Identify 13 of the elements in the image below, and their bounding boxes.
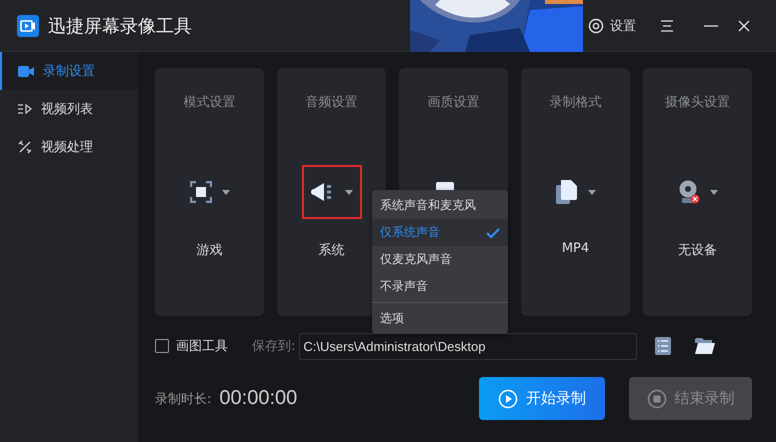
card-value: MP4: [562, 241, 590, 256]
card-title: 录制格式: [550, 94, 602, 111]
card-title: 模式设置: [184, 94, 236, 111]
card-value: 系统: [318, 242, 344, 259]
save-to-label: 保存到:: [252, 338, 296, 355]
duration-label: 录制时长:: [155, 390, 212, 408]
card-title: 摄像头设置: [665, 94, 730, 111]
card-value: 游戏: [196, 242, 222, 259]
duration-value: 00:00:00: [219, 387, 298, 410]
card-title: 音频设置: [306, 94, 358, 111]
card-value: 无设备: [678, 242, 717, 259]
window-title: 迅捷屏幕录像工具: [48, 14, 192, 38]
card-title: 画质设置: [428, 94, 480, 111]
